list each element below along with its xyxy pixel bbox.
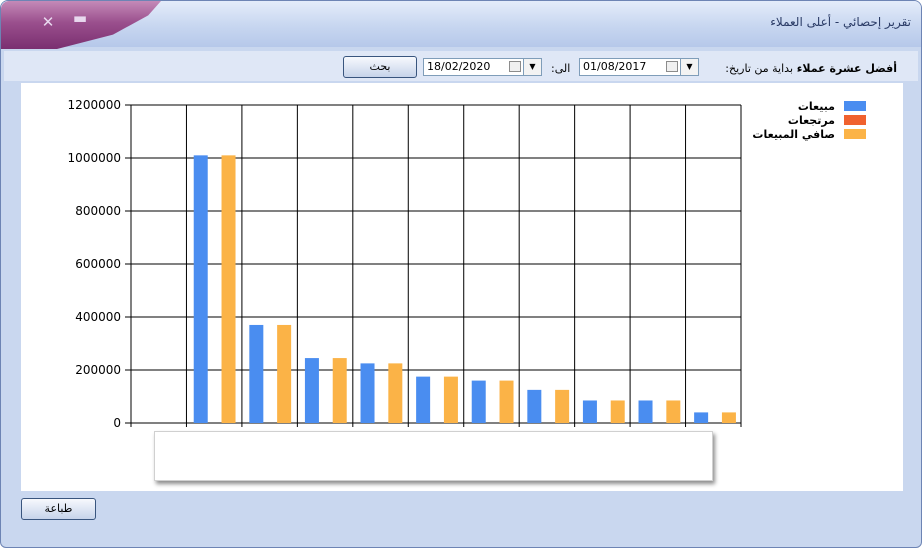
- bar: [360, 363, 375, 423]
- bar: [582, 400, 597, 423]
- bar: [443, 376, 458, 423]
- print-button[interactable]: طباعة: [21, 498, 96, 520]
- legend-label: مبيعات: [797, 100, 835, 113]
- bar: [471, 380, 486, 423]
- legend-swatch: [844, 129, 866, 139]
- y-tick-label: 600000: [75, 257, 121, 271]
- bar: [694, 412, 709, 423]
- bar: [249, 324, 264, 423]
- bar: [638, 400, 653, 423]
- legend-swatch: [844, 101, 866, 111]
- bar: [277, 324, 292, 423]
- bar: [332, 358, 347, 423]
- y-tick-label: 1000000: [68, 151, 121, 165]
- legend-label: صافي المبيعات: [752, 128, 835, 141]
- footer-bar: [4, 493, 918, 527]
- bar: [304, 358, 319, 423]
- bar: [193, 155, 208, 423]
- bar: [610, 400, 625, 423]
- info-panel: [154, 431, 713, 481]
- y-tick-label: 0: [113, 416, 121, 430]
- legend-item: صافي المبيعات: [752, 128, 871, 142]
- bar: [388, 363, 403, 423]
- report-window: ✕ ▬ تقرير إحصائي - أعلى العملاء أفضل عشر…: [0, 0, 922, 548]
- y-tick-label: 800000: [75, 204, 121, 218]
- legend-item: مبيعات: [781, 100, 871, 114]
- y-tick-label: 400000: [75, 310, 121, 324]
- y-tick-label: 200000: [75, 363, 121, 377]
- bar: [721, 412, 736, 423]
- bar: [416, 376, 431, 423]
- bar: [555, 389, 570, 423]
- legend-item: مرتجعات: [781, 114, 871, 128]
- bar: [666, 400, 681, 423]
- bar: [221, 155, 236, 423]
- legend-label: مرتجعات: [787, 114, 835, 127]
- y-tick-label: 1200000: [68, 98, 121, 112]
- legend-swatch: [844, 115, 866, 125]
- bar: [527, 389, 542, 423]
- bar: [499, 380, 514, 423]
